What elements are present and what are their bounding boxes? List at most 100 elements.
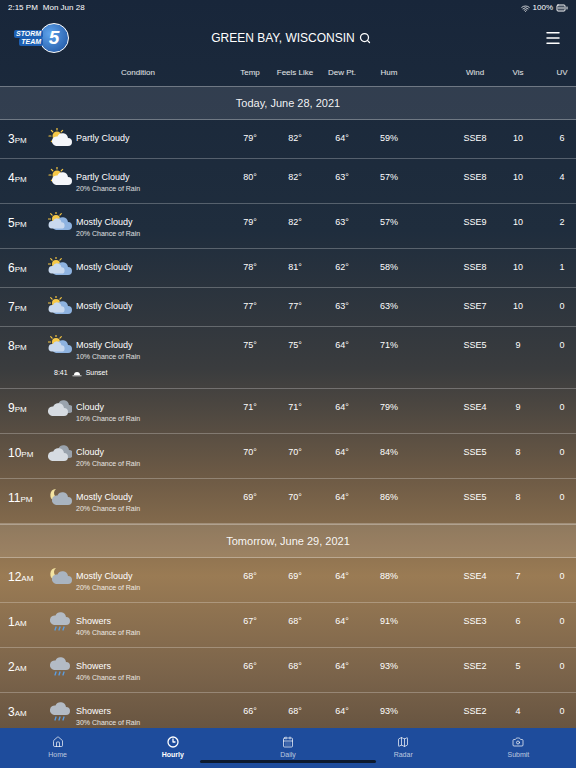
temp: 68° [228, 569, 272, 583]
dew-point: 63° [318, 170, 366, 184]
temp: 79° [228, 215, 272, 229]
humidity: 57% [366, 170, 412, 184]
mostly-cloudy-icon [48, 212, 72, 232]
column-header: Vis [504, 67, 532, 79]
hour-row: 3PMPartly Cloudy79°82°64°59%SSE8106 [0, 120, 576, 159]
mostly-cloudy-icon [48, 335, 72, 355]
tab-bar: Home Hourly Daily Radar Submit [0, 728, 576, 768]
uv-index: 0 [548, 299, 576, 313]
humidity: 79% [366, 400, 412, 414]
temp: 75° [228, 338, 272, 352]
day-title: Tomorrow, June 29, 2021 [226, 534, 350, 548]
feels-like: 70° [272, 445, 318, 459]
chance-of-rain: 10% Chance of Rain [76, 352, 228, 361]
hour-row: 5PMMostly Cloudy20% Chance of Rain79°82°… [0, 204, 576, 249]
feels-like: 77° [272, 299, 318, 313]
humidity: 86% [366, 490, 412, 504]
tab-label: Radar [394, 750, 413, 759]
logo-line: TEAM [19, 38, 43, 46]
house-icon [52, 736, 64, 748]
tab-label: Submit [508, 750, 530, 759]
humidity: 84% [366, 445, 412, 459]
humidity: 63% [366, 299, 412, 313]
dew-point: 64° [318, 490, 366, 504]
condition: Mostly Cloudy [76, 215, 228, 229]
chance-of-rain: 20% Chance of Rain [76, 184, 228, 193]
temp: 70° [228, 445, 272, 459]
visibility: 6 [504, 614, 532, 628]
search-icon[interactable] [359, 32, 371, 44]
wind: SSE5 [446, 338, 504, 352]
hour-time: 3AM [0, 704, 48, 721]
showers-icon [48, 656, 72, 676]
status-bar: 2:15 PMMon Jun 28100% [0, 0, 576, 16]
humidity: 59% [366, 131, 412, 145]
wind: SSE2 [446, 659, 504, 673]
temp: 69° [228, 490, 272, 504]
dew-point: 64° [318, 338, 366, 352]
hour-time: 7PM [0, 299, 48, 316]
temp: 80° [228, 170, 272, 184]
dew-point: 64° [318, 659, 366, 673]
tab-item[interactable]: Submit [461, 728, 576, 768]
uv-index: 0 [548, 445, 576, 459]
uv-index: 4 [548, 170, 576, 184]
column-header: Wind [446, 67, 504, 79]
tab-item[interactable]: Home [0, 728, 115, 768]
condition: Cloudy [76, 400, 228, 414]
dew-point: 64° [318, 614, 366, 628]
humidity: 93% [366, 704, 412, 718]
hour-row: 11PMMostly Cloudy20% Chance of Rain69°70… [0, 479, 576, 524]
condition: Mostly Cloudy [76, 490, 228, 504]
uv-index: 6 [548, 131, 576, 145]
showers-icon [48, 611, 72, 631]
wifi-icon [521, 4, 530, 13]
home-indicator [200, 760, 376, 763]
battery-icon [556, 2, 568, 14]
chance-of-rain: 20% Chance of Rain [76, 459, 228, 468]
visibility: 10 [504, 131, 532, 145]
uv-index: 0 [548, 569, 576, 583]
hour-row: 6PMMostly Cloudy78°81°62°58%SSE8101 [0, 249, 576, 288]
day-separator: Today, June 28, 2021 [0, 86, 576, 120]
visibility: 9 [504, 338, 532, 352]
hour-row: 7PMMostly Cloudy77°77°63°63%SSE7100 [0, 288, 576, 327]
dew-point: 62° [318, 260, 366, 274]
chance-of-rain: 20% Chance of Rain [76, 229, 228, 238]
hour-row: 4PMPartly Cloudy20% Chance of Rain80°82°… [0, 159, 576, 204]
hour-row: 10PMCloudy20% Chance of Rain70°70°64°84%… [0, 434, 576, 479]
visibility: 5 [504, 659, 532, 673]
dew-point: 63° [318, 299, 366, 313]
hourly-list[interactable]: Today, June 28, 20213PMPartly Cloudy79°8… [0, 86, 576, 728]
chance-of-rain: 40% Chance of Rain [76, 628, 228, 637]
uv-index: 0 [548, 400, 576, 414]
hour-time: 9PM [0, 400, 48, 417]
mostly-cloudy-icon [48, 296, 72, 316]
hour-time: 12AM [0, 569, 48, 586]
cloudy-icon [48, 397, 72, 417]
visibility: 10 [504, 299, 532, 313]
wind: SSE7 [446, 299, 504, 313]
dew-point: 64° [318, 131, 366, 145]
humidity: 88% [366, 569, 412, 583]
hour-row: 2AMShowers40% Chance of Rain66°68°64°93%… [0, 648, 576, 693]
condition: Mostly Cloudy [76, 260, 228, 274]
feels-like: 68° [272, 704, 318, 718]
logo: STORMTEAM5 [14, 23, 78, 53]
logo-line: STORM [14, 30, 43, 38]
column-header: Dew Pt. [318, 67, 366, 79]
humidity: 93% [366, 659, 412, 673]
menu-icon[interactable] [544, 29, 562, 47]
column-headers: ConditionTempFeels LikeDew Pt.HumWindVis… [0, 60, 576, 86]
column-header: UV [548, 67, 576, 79]
dew-point: 64° [318, 400, 366, 414]
day-section: Today, June 28, 20213PMPartly Cloudy79°8… [0, 86, 576, 524]
visibility: 10 [504, 170, 532, 184]
humidity: 91% [366, 614, 412, 628]
tab-label: Daily [280, 750, 296, 759]
hour-time: 1AM [0, 614, 48, 631]
tab-label: Hourly [162, 750, 184, 759]
uv-index: 0 [548, 704, 576, 718]
wind: SSE4 [446, 400, 504, 414]
temp: 79° [228, 131, 272, 145]
